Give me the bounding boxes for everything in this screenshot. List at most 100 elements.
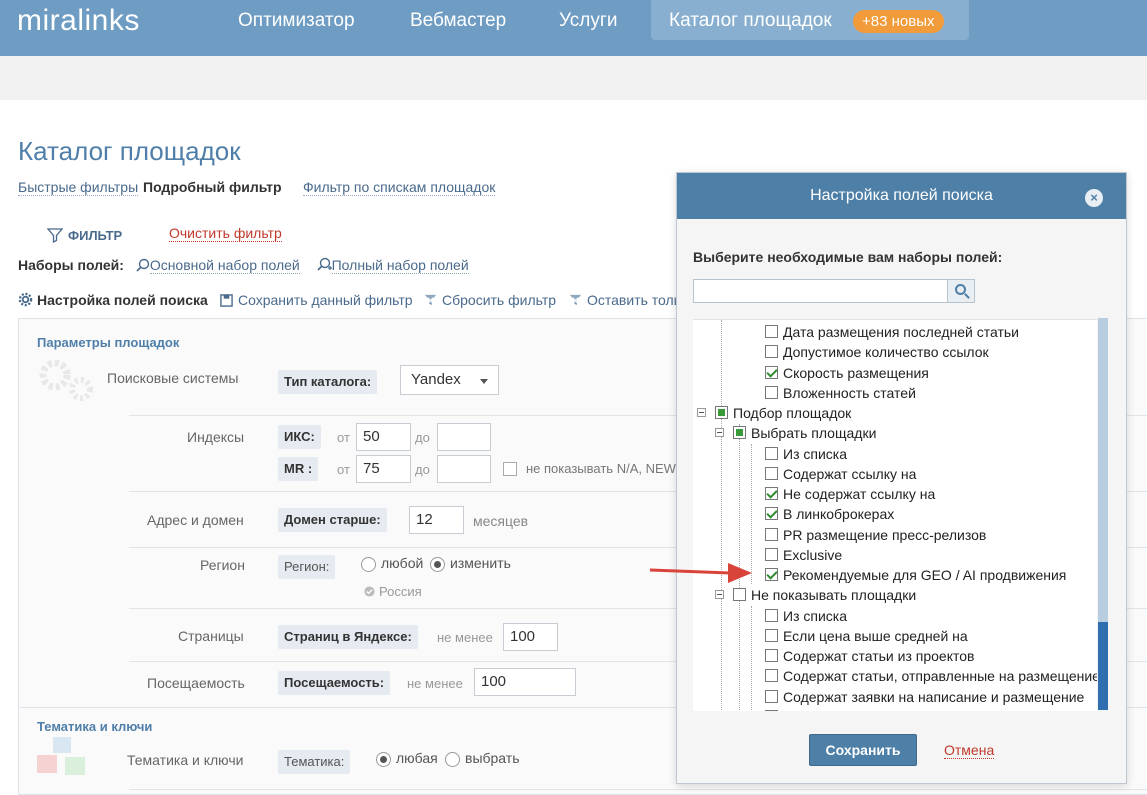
clear-filter-link[interactable]: Очистить фильтр bbox=[169, 225, 282, 242]
tree-node[interactable]: Вложенность статей bbox=[763, 383, 916, 403]
field-checkbox[interactable] bbox=[765, 466, 778, 480]
tree-node[interactable]: PR размещение пресс-релизов bbox=[763, 525, 986, 545]
field-checkbox[interactable] bbox=[765, 325, 778, 338]
collapse-toggle-icon[interactable] bbox=[715, 590, 724, 600]
field-label: Вложенность статей bbox=[783, 384, 916, 401]
fieldsets-row: Наборы полей: Основной набор полей Полны… bbox=[18, 257, 469, 274]
iks-to-input[interactable] bbox=[437, 423, 491, 451]
field-checkbox[interactable] bbox=[765, 365, 778, 379]
field-label: С доменом 3-го уровня bbox=[783, 709, 934, 711]
field-checkbox[interactable] bbox=[765, 689, 778, 703]
field-checkbox[interactable] bbox=[765, 487, 778, 500]
tab-list-filter[interactable]: Фильтр по спискам площадок bbox=[303, 179, 496, 196]
region-change-radio[interactable] bbox=[430, 557, 445, 572]
collapse-toggle-icon[interactable] bbox=[715, 428, 724, 438]
field-checkbox[interactable] bbox=[733, 426, 746, 440]
field-checkbox[interactable] bbox=[765, 345, 778, 359]
save-button[interactable]: Сохранить bbox=[809, 734, 917, 766]
catalog-type-chip: Тип каталога: bbox=[278, 370, 378, 394]
filter-toggle-button[interactable]: ФИЛЬТР bbox=[46, 227, 122, 244]
tree-node[interactable]: Из списка bbox=[763, 444, 847, 464]
tree-node[interactable]: Не содержат ссылку на bbox=[763, 484, 935, 504]
traffic-input[interactable]: 100 bbox=[474, 668, 576, 696]
field-checkbox[interactable] bbox=[765, 547, 778, 561]
nav-item-webmaster[interactable]: Вебмастер bbox=[410, 10, 506, 32]
field-checkbox[interactable] bbox=[733, 588, 746, 602]
tree-node[interactable]: Из списка bbox=[763, 606, 847, 626]
page-title: Каталог площадок bbox=[18, 136, 241, 166]
catalog-type-value: Yandex bbox=[411, 371, 461, 388]
catalog-type-select[interactable]: Yandex bbox=[400, 365, 499, 395]
field-checkbox[interactable] bbox=[765, 608, 778, 622]
nav-item-catalog-label: Каталог площадок bbox=[669, 10, 832, 31]
close-icon[interactable]: × bbox=[1085, 189, 1103, 207]
nav-item-catalog[interactable]: Каталог площадок +83 новых bbox=[651, 0, 969, 40]
topic-choose-radio[interactable] bbox=[445, 752, 460, 767]
collapse-toggle-icon[interactable] bbox=[697, 408, 706, 417]
topics-chip: Тематика: bbox=[278, 750, 351, 774]
tree-node[interactable]: Дата размещения последней статьи bbox=[763, 322, 1019, 342]
tree-scrollbar-thumb[interactable] bbox=[1098, 622, 1108, 710]
domain-older-input[interactable]: 12 bbox=[409, 506, 464, 534]
field-checkbox[interactable] bbox=[765, 709, 778, 711]
tree-node[interactable]: Подбор площадок bbox=[697, 403, 851, 423]
fieldset-basic-link[interactable]: Основной набор полей bbox=[149, 257, 300, 274]
nav-item-optimizer[interactable]: Оптимизатор bbox=[238, 10, 355, 32]
field-checkbox[interactable] bbox=[765, 385, 778, 399]
hide-na-checkbox[interactable] bbox=[503, 462, 517, 476]
field-checkbox[interactable] bbox=[765, 507, 778, 521]
tree-node[interactable]: Содержат заявки на написание и размещени… bbox=[763, 687, 1084, 707]
reset-filter-button[interactable]: Сбросить фильтр bbox=[424, 292, 556, 308]
tree-node[interactable]: Содержат статьи, отправленные на размеще… bbox=[763, 666, 1097, 686]
fieldsets-label: Наборы полей: bbox=[18, 257, 124, 273]
field-checkbox[interactable] bbox=[765, 446, 778, 460]
field-checkbox[interactable] bbox=[765, 669, 778, 683]
tree-node[interactable]: В линкоброкерах bbox=[763, 504, 894, 524]
tree-node[interactable]: С доменом 3-го уровня bbox=[763, 707, 934, 711]
logo[interactable]: miralinks bbox=[17, 4, 140, 38]
tab-detailed-filter[interactable]: Подробный фильтр bbox=[143, 179, 282, 195]
tab-quick-filters[interactable]: Быстрые фильтры bbox=[18, 179, 139, 196]
save-filter-button[interactable]: Сохранить данный фильтр bbox=[220, 292, 413, 308]
fieldset-search-button[interactable] bbox=[947, 279, 975, 303]
field-checkbox[interactable] bbox=[715, 406, 728, 419]
tree-guide-line bbox=[721, 320, 722, 711]
nav-item-services[interactable]: Услуги bbox=[559, 10, 617, 32]
field-label: Если цена выше средней на bbox=[783, 627, 968, 644]
region-any-label: любой bbox=[381, 555, 424, 571]
field-checkbox[interactable] bbox=[765, 568, 778, 581]
pages-input[interactable]: 100 bbox=[503, 623, 558, 651]
tree-node[interactable]: Если цена выше средней на bbox=[763, 626, 968, 646]
indexes-label: Индексы bbox=[187, 429, 245, 445]
field-label: Из списка bbox=[783, 445, 847, 462]
tree-node[interactable]: Допустимое количество ссылок bbox=[763, 342, 989, 362]
mr-to-label: до bbox=[415, 462, 430, 477]
topic-any-radio[interactable] bbox=[376, 752, 391, 767]
cancel-link[interactable]: Отмена bbox=[944, 742, 995, 759]
tree-node[interactable]: Exclusive bbox=[763, 545, 842, 565]
tree-node[interactable]: Не показывать площадки bbox=[715, 585, 916, 605]
field-checkbox[interactable] bbox=[765, 628, 778, 642]
keep-only-button[interactable]: Оставить толь bbox=[569, 292, 681, 308]
field-checkbox[interactable] bbox=[765, 649, 778, 662]
field-label: Содержат заявки на написание и размещени… bbox=[783, 688, 1085, 705]
iks-from-input[interactable]: 50 bbox=[356, 423, 411, 451]
field-label: PR размещение пресс-релизов bbox=[783, 526, 987, 543]
chevron-down-icon bbox=[480, 379, 488, 384]
fieldset-full-link[interactable]: Полный набор полей bbox=[331, 257, 469, 274]
fieldset-search-input[interactable] bbox=[693, 279, 949, 303]
mr-from-input[interactable]: 75 bbox=[356, 455, 411, 483]
tree-node[interactable]: Содержат ссылку на bbox=[763, 464, 916, 484]
gear-icon bbox=[18, 292, 33, 307]
region-any-radio[interactable] bbox=[361, 557, 376, 572]
funnel-icon bbox=[46, 228, 64, 244]
tree-node[interactable]: Скорость размещения bbox=[763, 363, 929, 383]
field-checkbox[interactable] bbox=[765, 527, 778, 541]
modal-header: Настройка полей поиска × bbox=[677, 173, 1126, 219]
field-label: Содержат ссылку на bbox=[783, 465, 917, 482]
mr-to-input[interactable] bbox=[437, 455, 491, 483]
tree-node[interactable]: Содержат статьи из проектов bbox=[763, 646, 974, 666]
search-fields-settings-button[interactable]: Настройка полей поиска bbox=[18, 292, 208, 308]
tree-node[interactable]: Выбрать площадки bbox=[715, 423, 876, 443]
tree-node[interactable]: Рекомендуемые для GEO / AI продвижения bbox=[763, 565, 1066, 585]
